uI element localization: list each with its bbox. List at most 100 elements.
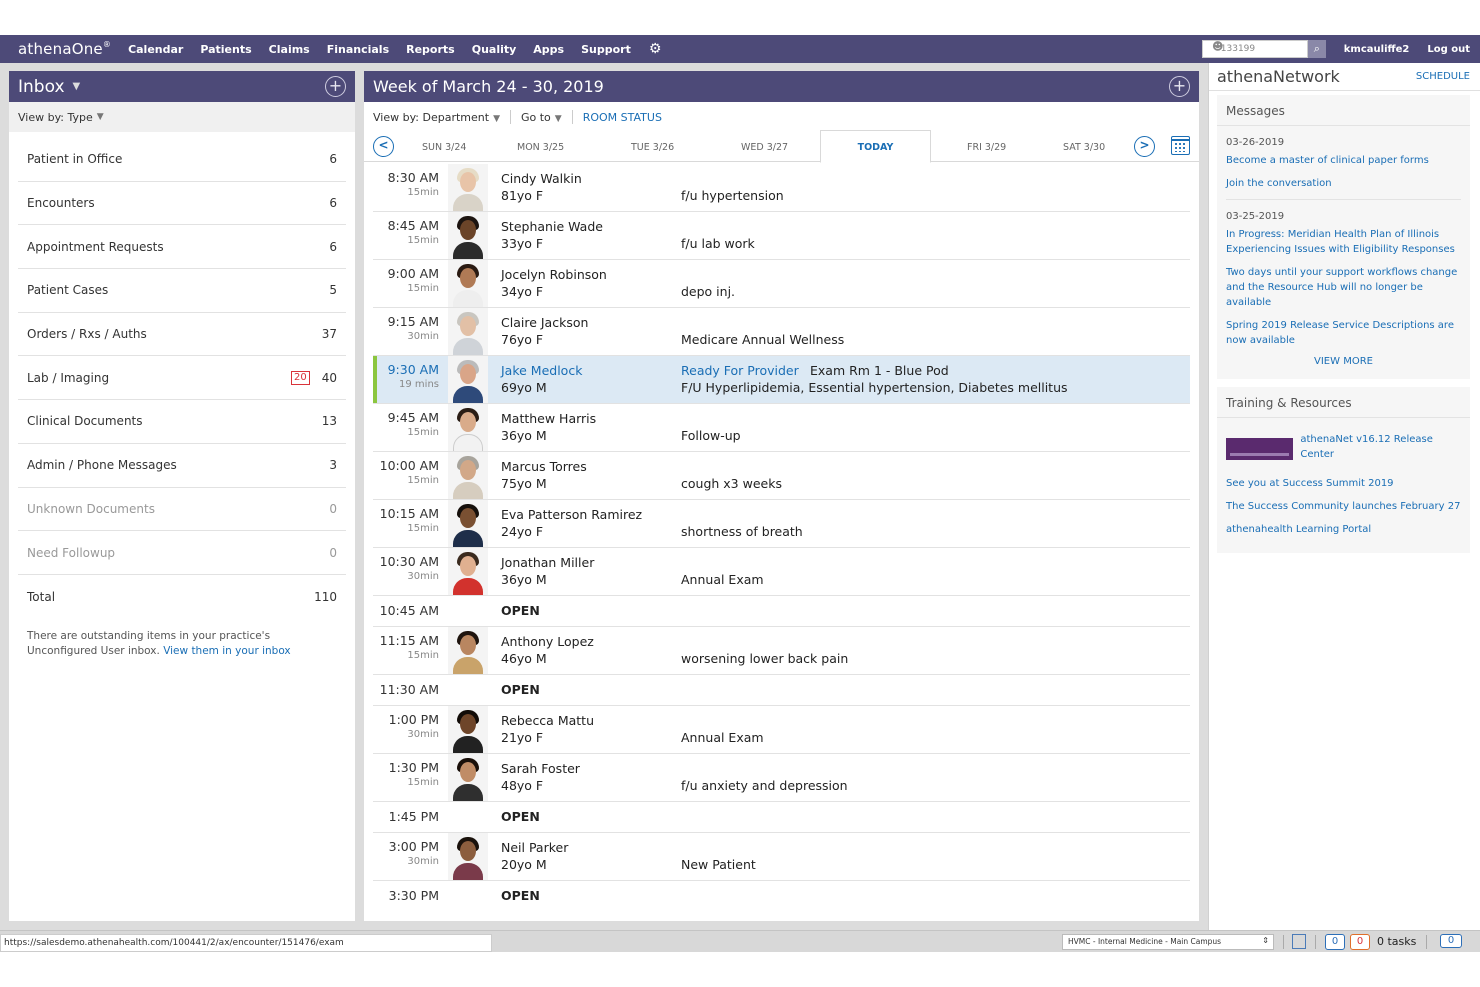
inbox-row-clinical-documents[interactable]: Clinical Documents 13 (18, 400, 346, 444)
calendar-icon[interactable] (1292, 934, 1306, 949)
message-link[interactable]: Spring 2019 Release Service Descriptions… (1226, 318, 1461, 348)
training-link[interactable]: The Success Community launches February … (1226, 499, 1461, 514)
search-icon[interactable]: ⌕ (1307, 40, 1326, 58)
nav-quality[interactable]: Quality (472, 43, 517, 56)
patient-name[interactable]: Rebecca Mattu (501, 713, 594, 728)
patient-name[interactable]: Sarah Foster (501, 761, 580, 776)
schedule-view-by[interactable]: View by: Department ▼ (373, 111, 500, 124)
nav-reports[interactable]: Reports (406, 43, 455, 56)
username[interactable]: kmcauliffe2 (1344, 44, 1410, 55)
message-link[interactable]: Become a master of clinical paper forms (1226, 153, 1461, 168)
blue-count-badge[interactable]: 0 (1325, 934, 1345, 950)
training-link[interactable]: See you at Success Summit 2019 (1226, 476, 1461, 491)
athena-logo[interactable]: athenaOne® (18, 40, 111, 58)
divider (1226, 199, 1461, 200)
logout-link[interactable]: Log out (1427, 44, 1470, 55)
message-link[interactable]: In Progress: Meridian Health Plan of Ill… (1226, 227, 1461, 257)
tab-wed[interactable]: WED 3/27 (741, 142, 788, 153)
inbox-title[interactable]: Inbox (18, 77, 65, 97)
patient-name[interactable]: Cindy Walkin (501, 171, 582, 186)
inbox-row-orders[interactable]: Orders / Rxs / Auths 37 (18, 313, 346, 357)
patient-name[interactable]: Stephanie Wade (501, 219, 603, 234)
open-slot[interactable]: 3:30 PM OPEN (373, 881, 1190, 912)
inbox-row-lab-imaging[interactable]: Lab / Imaging 20 40 (18, 356, 346, 401)
patient-name[interactable]: Jocelyn Robinson (501, 267, 607, 282)
appointment-row[interactable]: 1:30 PM 15min Sarah Foster 48yo F f/u an… (373, 754, 1190, 802)
avatar (448, 164, 488, 211)
inbox-row-patient-in-office[interactable]: Patient in Office 6 (18, 138, 346, 182)
message-link[interactable]: Two days until your support workflows ch… (1226, 265, 1461, 310)
add-icon[interactable]: + (325, 76, 346, 97)
nav-apps[interactable]: Apps (533, 43, 564, 56)
appointment-row[interactable]: 8:45 AM 15min Stephanie Wade 33yo F f/u … (373, 212, 1190, 260)
open-slot[interactable]: 10:45 AM OPEN (373, 596, 1190, 627)
nav-calendar[interactable]: Calendar (128, 43, 183, 56)
open-slot[interactable]: 1:45 PM OPEN (373, 802, 1190, 833)
appointment-row[interactable]: 9:00 AM 15min Jocelyn Robinson 34yo F de… (373, 260, 1190, 308)
patient-name[interactable]: Claire Jackson (501, 315, 588, 330)
patient-name[interactable]: Jake Medlock (501, 363, 582, 378)
urgent-badge[interactable]: 20 (290, 370, 310, 385)
department-select[interactable]: HVMC - Internal Medicine - Main Campus ⇕ (1062, 934, 1274, 950)
appointment-row[interactable]: 11:15 AM 15min Anthony Lopez 46yo M wors… (373, 627, 1190, 675)
schedule-goto[interactable]: Go to ▼ (521, 111, 562, 124)
tab-sat[interactable]: SAT 3/30 (1063, 142, 1105, 153)
appointment-row[interactable]: 9:45 AM 15min Matthew Harris 36yo M Foll… (373, 404, 1190, 452)
patient-name[interactable]: Marcus Torres (501, 459, 587, 474)
view-more-link[interactable]: VIEW MORE (1217, 356, 1470, 367)
appointment-row[interactable]: 10:30 AM 30min Jonathan Miller 36yo M An… (373, 548, 1190, 596)
inbox-row-need-followup[interactable]: Need Followup 0 (18, 531, 346, 575)
tab-mon[interactable]: MON 3/25 (517, 142, 564, 153)
training-feature[interactable]: athenaNet v16.12 Release Center (1226, 432, 1461, 462)
patient-name[interactable]: Matthew Harris (501, 411, 596, 426)
calendar-icon[interactable] (1171, 136, 1190, 155)
chevron-down-icon[interactable]: ▼ (73, 81, 81, 92)
add-icon[interactable]: + (1169, 76, 1190, 97)
inbox-row-admin-phone[interactable]: Admin / Phone Messages 3 (18, 444, 346, 488)
appointment-row[interactable]: 9:15 AM 30min Claire Jackson 76yo F Medi… (373, 308, 1190, 356)
inbox-row-count-wrap: 20 40 (290, 370, 337, 385)
appointment-row[interactable]: 3:00 PM 30min Neil Parker 20yo M New Pat… (373, 833, 1190, 881)
schedule-link[interactable]: SCHEDULE (1416, 71, 1470, 82)
tab-sun[interactable]: SUN 3/24 (422, 142, 466, 153)
inbox-note-link[interactable]: View them in your inbox (163, 645, 290, 657)
training-link[interactable]: athenahealth Learning Portal (1226, 522, 1461, 537)
appointment-duration: 15min (407, 427, 439, 438)
tasks-count[interactable]: 0 tasks (1377, 935, 1416, 948)
avatar (448, 452, 488, 499)
nav-claims[interactable]: Claims (269, 43, 310, 56)
tab-today[interactable]: TODAY (820, 130, 931, 163)
inbox-row-encounters[interactable]: Encounters 6 (18, 182, 346, 226)
appointment-row-selected[interactable]: 9:30 AM 19 mins Jake Medlock 69yo M Read… (373, 356, 1190, 404)
red-count-badge[interactable]: 0 (1350, 934, 1370, 950)
inbox-row-patient-cases[interactable]: Patient Cases 5 (18, 269, 346, 313)
patient-name[interactable]: Anthony Lopez (501, 634, 594, 649)
training-feature-link[interactable]: athenaNet v16.12 Release Center (1300, 432, 1461, 462)
appointment-reason: Medicare Annual Wellness (681, 332, 845, 347)
nav-support[interactable]: Support (581, 43, 631, 56)
message-date: 03-25-2019 (1226, 211, 1285, 222)
patient-name[interactable]: Neil Parker (501, 840, 568, 855)
appointment-row[interactable]: 10:15 AM 15min Eva Patterson Ramirez 24y… (373, 500, 1190, 548)
patient-name[interactable]: Eva Patterson Ramirez (501, 507, 642, 522)
nav-financials[interactable]: Financials (327, 43, 389, 56)
inbox-row-unknown-documents[interactable]: Unknown Documents 0 (18, 488, 346, 532)
inbox-row-appointment-requests[interactable]: Appointment Requests 6 (18, 225, 346, 270)
appointment-status[interactable]: Ready For Provider (681, 363, 799, 378)
open-slot[interactable]: 11:30 AM OPEN (373, 675, 1190, 706)
appointment-row[interactable]: 1:00 PM 30min Rebecca Mattu 21yo F Annua… (373, 706, 1190, 754)
room-status-link[interactable]: ROOM STATUS (583, 111, 662, 124)
nav-patients[interactable]: Patients (200, 43, 251, 56)
tab-fri[interactable]: FRI 3/29 (967, 142, 1006, 153)
inbox-view-by[interactable]: View by: Type ▼ (9, 102, 355, 132)
appointment-row[interactable]: 8:30 AM 15min Cindy Walkin 81yo F f/u hy… (373, 164, 1190, 212)
patient-name[interactable]: Jonathan Miller (501, 555, 594, 570)
appointment-row[interactable]: 10:00 AM 15min Marcus Torres 75yo M coug… (373, 452, 1190, 500)
inbox-row-count: 6 (329, 152, 337, 167)
gear-icon[interactable]: ⚙ (649, 41, 662, 57)
chevron-right-icon[interactable]: > (1134, 136, 1155, 157)
chevron-left-icon[interactable]: < (373, 136, 394, 157)
message-link[interactable]: Join the conversation (1226, 176, 1461, 191)
chat-icon[interactable]: 0 (1440, 934, 1462, 948)
tab-tue[interactable]: TUE 3/26 (631, 142, 674, 153)
